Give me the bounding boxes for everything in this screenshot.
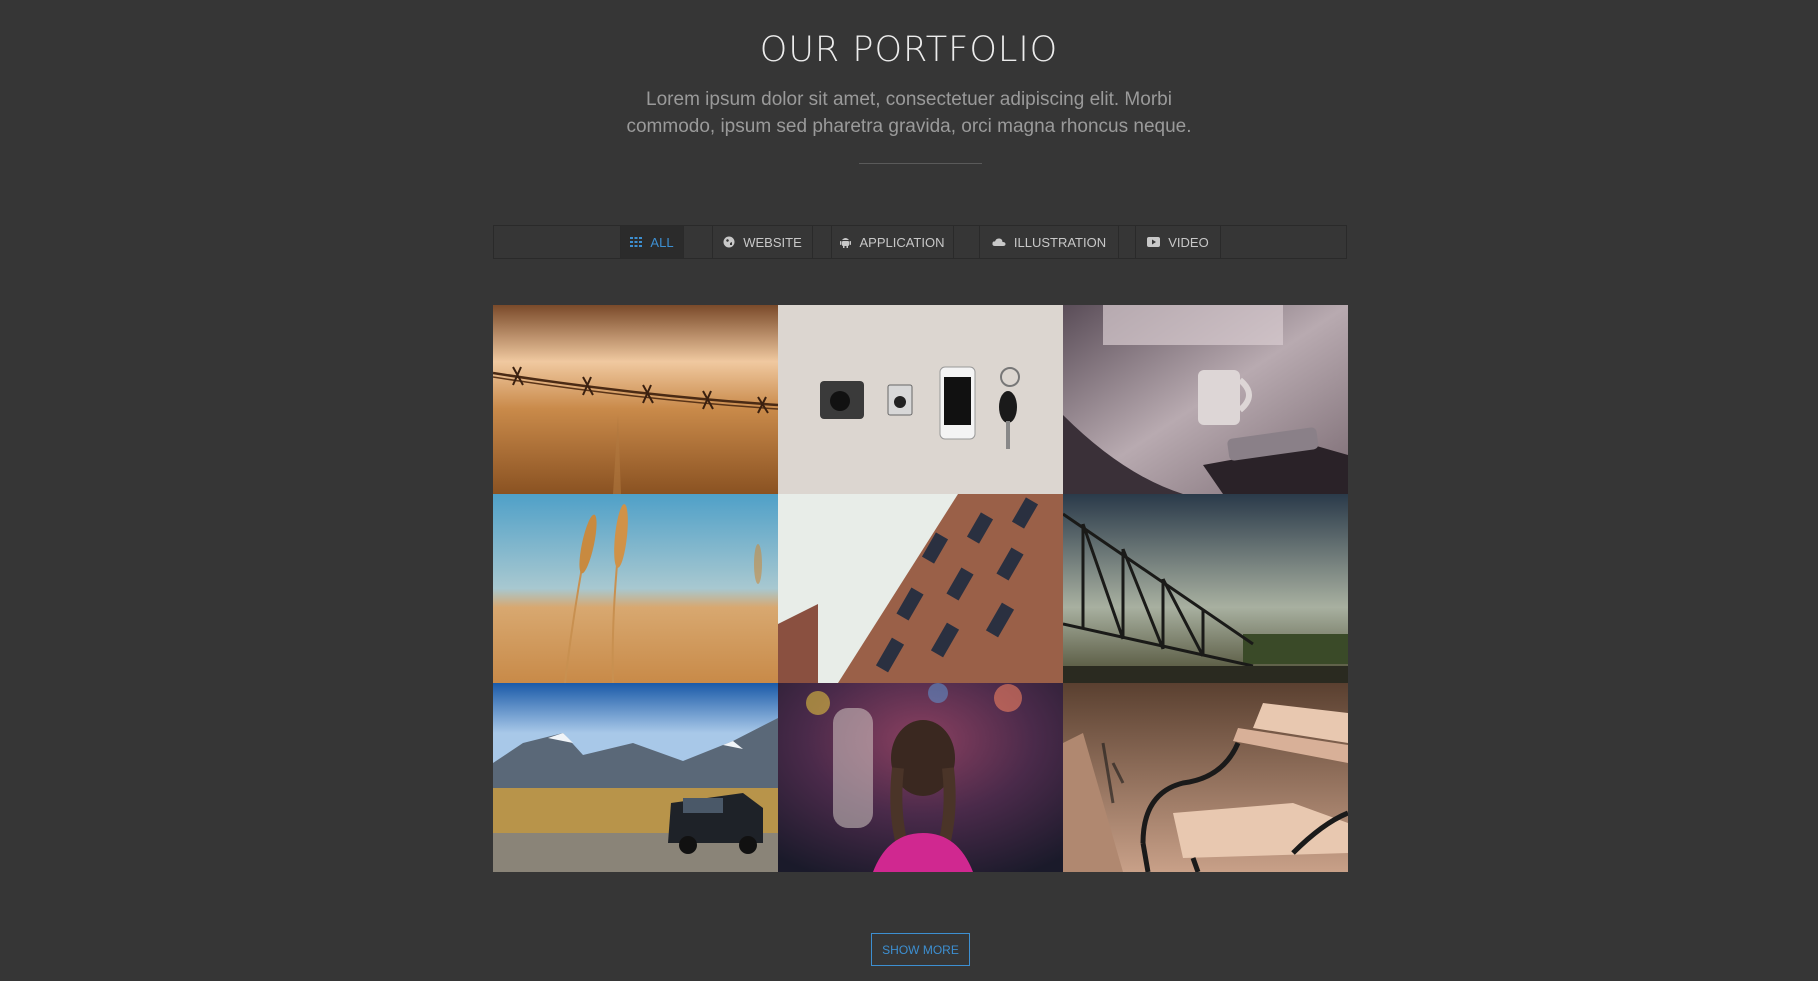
portfolio-item[interactable]	[778, 683, 1063, 872]
filter-bar: ALL WEBSITE APPLICATION ILLUSTRATION VID…	[493, 225, 1347, 259]
bench-image	[1063, 683, 1348, 872]
grid-icon	[630, 237, 643, 247]
title-divider	[859, 163, 982, 164]
filter-all-button[interactable]: ALL	[620, 226, 684, 258]
play-icon	[1147, 237, 1161, 247]
page-subtitle: Lorem ipsum dolor sit amet, consectetuer…	[626, 89, 1192, 137]
portfolio-item[interactable]	[1063, 494, 1348, 683]
portfolio-item[interactable]	[493, 305, 778, 494]
filter-illustration-button[interactable]: ILLUSTRATION	[979, 226, 1119, 258]
filter-video-button[interactable]: VIDEO	[1135, 226, 1221, 258]
filter-website-button[interactable]: WEBSITE	[712, 226, 813, 258]
cloud-icon	[992, 237, 1006, 247]
portfolio-item[interactable]	[493, 494, 778, 683]
globe-icon	[723, 236, 735, 248]
portfolio-item[interactable]	[493, 683, 778, 872]
desk-image	[1063, 305, 1348, 494]
bridge-image	[1063, 494, 1348, 683]
filter-label: APPLICATION	[859, 234, 945, 250]
android-icon	[840, 236, 852, 248]
portfolio-item[interactable]	[1063, 305, 1348, 494]
filter-application-button[interactable]: APPLICATION	[831, 226, 954, 258]
mountains-image	[493, 683, 778, 872]
filter-label: WEBSITE	[743, 234, 802, 250]
portfolio-item[interactable]	[778, 494, 1063, 683]
wheat-image	[493, 494, 778, 683]
gadgets-image	[778, 305, 1063, 494]
portfolio-item[interactable]	[778, 305, 1063, 494]
building-image	[778, 494, 1063, 683]
barbed-wire-image	[493, 305, 778, 494]
page-title: OUR PORTFOLIO	[759, 30, 1059, 70]
portfolio-item[interactable]	[1063, 683, 1348, 872]
filter-label: VIDEO	[1168, 234, 1209, 250]
portfolio-grid	[493, 305, 1348, 872]
girl-image	[778, 683, 1063, 872]
portfolio-page: OUR PORTFOLIO Lorem ipsum dolor sit amet…	[0, 0, 1818, 981]
filter-label: ALL	[650, 234, 674, 250]
filter-label: ILLUSTRATION	[1013, 234, 1107, 250]
show-more-button[interactable]: SHOW MORE	[871, 933, 970, 966]
